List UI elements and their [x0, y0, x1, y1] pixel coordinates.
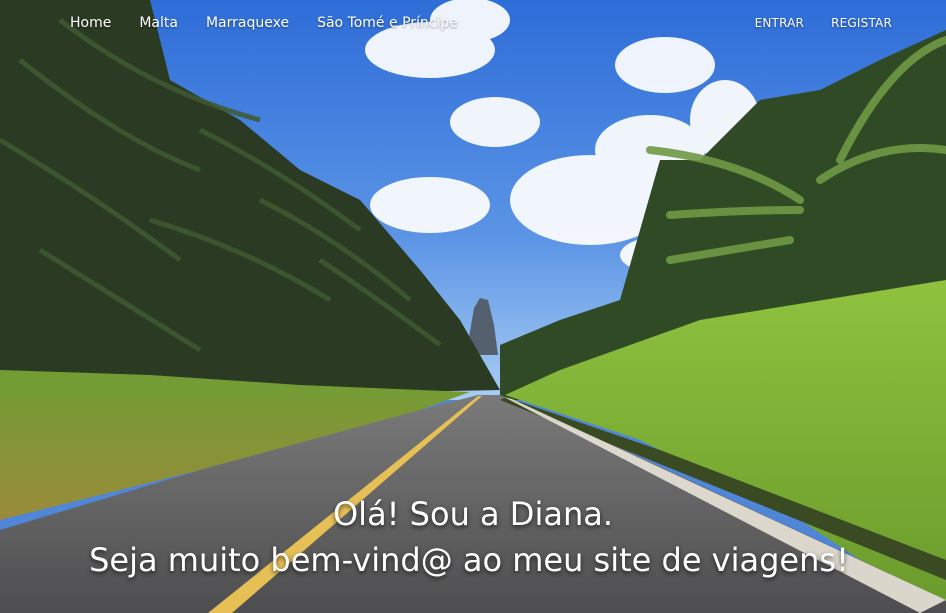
nav-link-malta[interactable]: Malta: [139, 14, 178, 32]
hero-welcome: Seja muito bem-vind@ ao meu site de viag…: [89, 541, 849, 579]
nav-links-left: Home Malta Marraquexe São Tomé e Príncip…: [70, 14, 458, 32]
nav-link-home[interactable]: Home: [70, 14, 111, 32]
nav-links-right: ENTRAR REGISTAR: [755, 14, 892, 32]
nav-link-sao-tome[interactable]: São Tomé e Príncipe: [317, 14, 458, 32]
hero-greeting: Olá! Sou a Diana.: [332, 495, 613, 533]
nav-link-marraquexe[interactable]: Marraquexe: [206, 14, 289, 32]
register-link[interactable]: REGISTAR: [831, 14, 892, 32]
login-link[interactable]: ENTRAR: [755, 14, 805, 32]
top-navigation: Home Malta Marraquexe São Tomé e Príncip…: [0, 14, 946, 34]
